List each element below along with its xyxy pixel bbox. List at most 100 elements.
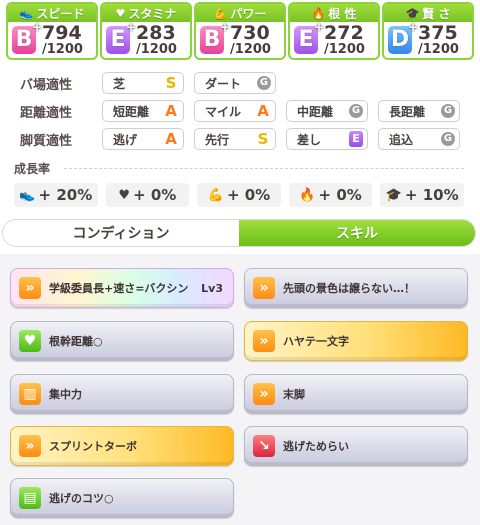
style-aptitude-row: 脚質適性 逃げ A 先行 S 差し E 追込 G bbox=[20, 128, 460, 150]
gate-skill-icon: ▥ bbox=[19, 383, 41, 405]
rank-badge: S bbox=[257, 130, 269, 148]
speed-skill-icon: » bbox=[253, 330, 275, 352]
apt-dirt: ダート G bbox=[194, 72, 276, 94]
skill-card[interactable]: ▥ 集中力 bbox=[10, 374, 234, 414]
graduation-cap-icon: 🎓 bbox=[385, 187, 402, 203]
skill-level: Lv3 bbox=[201, 281, 223, 295]
stat-value: 283 bbox=[136, 22, 176, 44]
growth-title: 成長率 bbox=[14, 162, 51, 176]
skill-card[interactable]: » スプリントターボ bbox=[10, 426, 234, 466]
apt-long: 長距離 G bbox=[378, 100, 460, 122]
skill-card[interactable]: » 先頭の景色は譲らない…！ bbox=[244, 268, 468, 308]
growth-wisdom: 🎓 + 10% bbox=[380, 183, 464, 207]
stat-label: 賢 さ bbox=[422, 6, 451, 21]
speed-skill-icon: » bbox=[19, 435, 41, 457]
flame-icon: 🔥 bbox=[299, 187, 316, 203]
rank-badge: G bbox=[257, 76, 271, 90]
stat-value: 794 bbox=[42, 22, 82, 44]
stat-guts: 🔥 根 性 E + 272/1200 bbox=[288, 2, 380, 60]
plus-mark: + bbox=[31, 20, 42, 34]
skill-card[interactable]: ↘ 逃げためらい bbox=[244, 426, 468, 466]
skill-card[interactable]: » 学級委員長+速さ=バクシン Lv3 bbox=[10, 268, 234, 308]
growth-power: 💪 + 0% bbox=[197, 183, 281, 207]
heart-icon: ♥ bbox=[118, 187, 131, 203]
stat-max: /1200 bbox=[136, 42, 177, 57]
skills-panel: » 学級委員長+速さ=バクシン Lv3 » 先頭の景色は譲らない…！ ♥ 根幹距… bbox=[0, 254, 480, 525]
apt-sprint: 短距離 A bbox=[102, 100, 184, 122]
skill-name: 末脚 bbox=[283, 388, 305, 401]
skill-name: スプリントターボ bbox=[49, 440, 137, 453]
skill-card[interactable]: ▤ 逃げのコツ○ bbox=[10, 478, 234, 518]
heart-skill-icon: ♥ bbox=[19, 330, 41, 352]
stat-wisdom: 🎓 賢 さ D + 375/1200 bbox=[382, 2, 474, 60]
apt-label: バ場適性 bbox=[20, 77, 73, 93]
shoe-icon: 👟 bbox=[19, 6, 34, 20]
rank-badge: E bbox=[349, 131, 363, 147]
speed-skill-icon: » bbox=[19, 277, 41, 299]
rank-badge: G bbox=[441, 132, 455, 146]
divider bbox=[64, 168, 464, 169]
apt-medium: 中距離 G bbox=[286, 100, 368, 122]
skill-name: 逃げためらい bbox=[283, 440, 349, 453]
apt-label: 距離適性 bbox=[20, 105, 73, 121]
rank-badge: A bbox=[165, 130, 177, 148]
apt-chaser: 追込 G bbox=[378, 128, 460, 150]
growth-guts: 🔥 + 0% bbox=[288, 183, 373, 207]
skill-name: ハヤテ一文字 bbox=[283, 335, 349, 348]
tab-skill[interactable]: スキル bbox=[239, 220, 475, 246]
apt-turf: 芝S bbox=[102, 72, 184, 94]
stat-max: /1200 bbox=[230, 42, 271, 57]
apt-betweener: 差し E bbox=[286, 128, 368, 150]
arm-icon: 💪 bbox=[207, 187, 224, 203]
speed-skill-icon: » bbox=[253, 277, 275, 299]
stat-value: 272 bbox=[324, 22, 364, 44]
grade-badge: B + bbox=[200, 21, 230, 54]
apt-leader: 先行 S bbox=[194, 128, 276, 150]
stats-bar: 👟 スピード B + 794/1200 ♥ スタミナ E + 283/1200 💪 パワー… bbox=[6, 2, 474, 60]
shoe-icon: 👟 bbox=[19, 187, 36, 203]
apt-mile: マイル A bbox=[194, 100, 276, 122]
book-skill-icon: ▤ bbox=[19, 487, 41, 509]
graduation-cap-icon: 🎓 bbox=[405, 6, 420, 20]
stat-value: 730 bbox=[230, 22, 270, 44]
grade-badge: E + bbox=[106, 21, 136, 54]
skill-card[interactable]: » ハヤテ一文字 bbox=[244, 321, 468, 361]
heart-icon: ♥ bbox=[115, 6, 126, 20]
debuff-skill-icon: ↘ bbox=[253, 435, 275, 457]
grade-badge: E + bbox=[294, 21, 324, 54]
stat-max: /1200 bbox=[418, 42, 459, 57]
plus-mark: + bbox=[407, 20, 418, 34]
rank-badge: S bbox=[165, 74, 177, 92]
speed-skill-icon: » bbox=[253, 383, 275, 405]
distance-aptitude-row: 距離適性 短距離 A マイル A 中距離 G 長距離 G bbox=[20, 100, 460, 122]
growth-speed: 👟 + 20% bbox=[14, 183, 98, 207]
stat-stamina: ♥ スタミナ E + 283/1200 bbox=[100, 2, 192, 60]
stat-speed: 👟 スピード B + 794/1200 bbox=[6, 2, 98, 60]
grade-badge: B + bbox=[12, 21, 42, 54]
stat-value: 375 bbox=[418, 22, 458, 44]
plus-mark: + bbox=[125, 20, 136, 34]
stat-label: スピード bbox=[36, 6, 85, 21]
flame-icon: 🔥 bbox=[311, 6, 326, 20]
skill-name: 集中力 bbox=[49, 388, 82, 401]
skill-card[interactable]: ♥ 根幹距離○ bbox=[10, 321, 234, 361]
stat-label: パワー bbox=[230, 6, 267, 21]
rank-badge: G bbox=[349, 104, 363, 118]
tab-condition[interactable]: コンディション bbox=[3, 220, 239, 246]
plus-mark: + bbox=[313, 20, 324, 34]
stat-label: スタミナ bbox=[128, 6, 177, 21]
rank-badge: A bbox=[257, 102, 269, 120]
skill-name: 逃げのコツ○ bbox=[49, 492, 114, 505]
stat-max: /1200 bbox=[324, 42, 365, 57]
arm-icon: 💪 bbox=[213, 6, 228, 20]
growth-rates: 👟 + 20% ♥ + 0% 💪 + 0% 🔥 + 0% 🎓 + 10% bbox=[14, 183, 464, 207]
plus-mark: + bbox=[219, 20, 230, 34]
skill-card[interactable]: » 末脚 bbox=[244, 374, 468, 414]
stat-max: /1200 bbox=[42, 42, 83, 57]
grade-badge: D + bbox=[388, 21, 418, 54]
stat-label: 根 性 bbox=[328, 6, 357, 21]
apt-label: 脚質適性 bbox=[20, 133, 73, 149]
rank-badge: G bbox=[441, 104, 455, 118]
tab-bar: コンディション スキル bbox=[2, 219, 476, 247]
track-aptitude-row: バ場適性 芝S ダート G bbox=[20, 72, 276, 94]
